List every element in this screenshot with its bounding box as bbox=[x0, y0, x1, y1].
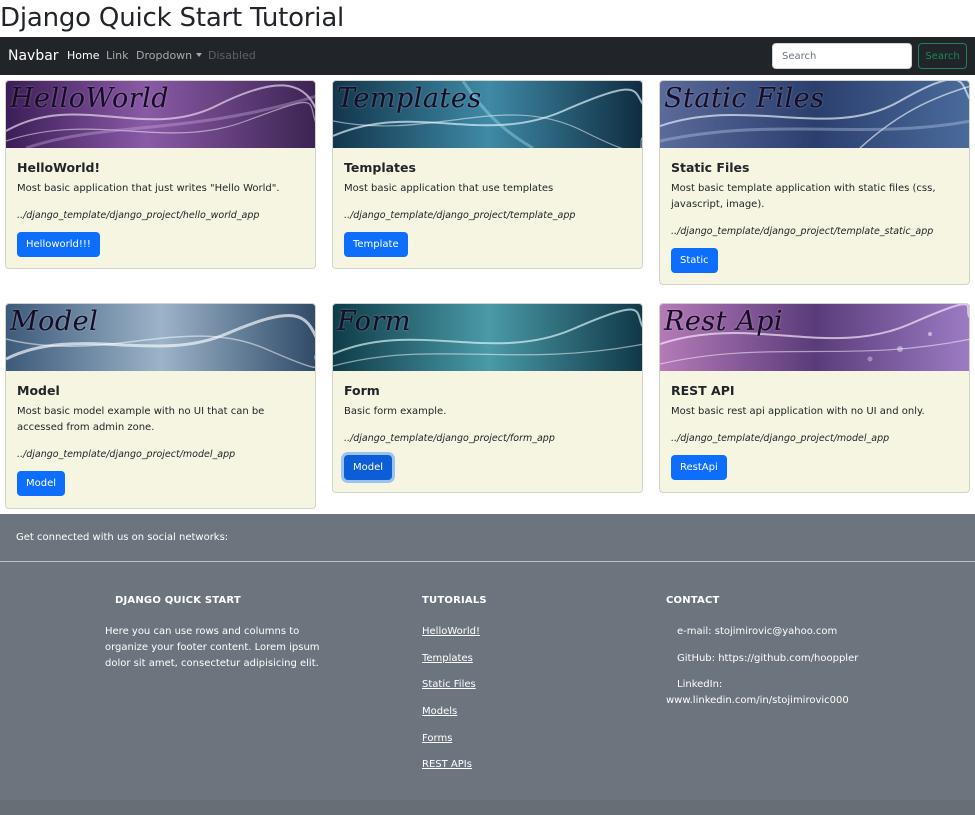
template-button[interactable]: Template bbox=[344, 232, 408, 257]
card-banner-title: HelloWorld bbox=[10, 83, 170, 114]
card-path: ../django_template/django_project/templa… bbox=[344, 210, 576, 221]
card-model: Model Model Most basic model example wit… bbox=[5, 303, 316, 509]
search-button[interactable]: Search bbox=[918, 43, 967, 69]
footer: Get connected with us on social networks… bbox=[0, 514, 975, 815]
navbar-brand[interactable]: Navbar bbox=[8, 37, 59, 75]
card-path: ../django_template/django_project/hello_… bbox=[17, 210, 260, 221]
footer-contact-email: e-mail: stojimirovic@yahoo.com bbox=[677, 626, 838, 637]
footer-divider bbox=[0, 561, 975, 562]
card-path: ../django_template/django_project/model_… bbox=[17, 449, 236, 460]
nav-dropdown-label: Dropdown bbox=[136, 49, 193, 62]
helloworld-button[interactable]: Helloworld!!! bbox=[17, 232, 100, 257]
footer-link-rest-apis[interactable]: REST APIs bbox=[422, 759, 472, 770]
card-path: ../django_template/django_project/model_… bbox=[671, 433, 890, 444]
page-title: Django Quick Start Tutorial bbox=[0, 3, 345, 33]
card-description: Basic form example. bbox=[344, 406, 447, 417]
card-description: Most basic application that just writes … bbox=[17, 183, 280, 194]
card-banner: Form bbox=[333, 304, 642, 371]
model-button[interactable]: Model bbox=[17, 471, 66, 496]
card-description: Most basic rest api application with no … bbox=[671, 406, 925, 417]
footer-contact-heading: CONTACT bbox=[666, 595, 720, 606]
footer-tutorials-heading: TUTORIALS bbox=[422, 595, 487, 606]
footer-bottom-bar bbox=[0, 800, 975, 815]
card-rest-api: Rest Api REST API Most basic rest api ap… bbox=[659, 303, 970, 493]
nav-link-link[interactable]: Link bbox=[106, 37, 129, 75]
restapi-button[interactable]: RestApi bbox=[671, 455, 727, 480]
footer-contact-linkedin-url: www.linkedin.com/in/stojimirovic000 bbox=[666, 695, 849, 706]
card-description: Most basic application that use template… bbox=[344, 183, 554, 194]
footer-contact-github: GitHub: https://github.com/hooppler bbox=[677, 653, 859, 664]
card-form: Form Form Basic form example. ../django_… bbox=[332, 303, 643, 493]
footer-link-templates[interactable]: Templates bbox=[422, 653, 473, 664]
card-banner: Model bbox=[6, 304, 315, 371]
card-banner: Rest Api bbox=[660, 304, 969, 371]
card-title: HelloWorld! bbox=[17, 160, 101, 175]
static-button[interactable]: Static bbox=[671, 248, 718, 273]
footer-about-heading: DJANGO QUICK START bbox=[115, 595, 241, 606]
card-templates: Templates Templates Most basic applicati… bbox=[332, 80, 643, 269]
footer-link-models[interactable]: Models bbox=[422, 706, 457, 717]
footer-link-static-files[interactable]: Static Files bbox=[422, 679, 476, 690]
card-title: Form bbox=[344, 383, 380, 398]
card-title: Static Files bbox=[671, 160, 750, 175]
card-title: Model bbox=[17, 383, 60, 398]
caret-down-icon bbox=[196, 53, 203, 57]
footer-contact-linkedin-label: LinkedIn: bbox=[677, 679, 723, 690]
footer-link-helloworld[interactable]: HelloWorld! bbox=[422, 626, 480, 637]
footer-link-forms[interactable]: Forms bbox=[422, 733, 452, 744]
nav-dropdown[interactable]: Dropdown bbox=[136, 37, 203, 75]
card-banner: Templates bbox=[333, 81, 642, 148]
card-banner-title: Static Files bbox=[664, 83, 825, 114]
card-helloworld: HelloWorld HelloWorld! Most basic applic… bbox=[5, 80, 316, 269]
nav-link-disabled: Disabled bbox=[208, 49, 256, 62]
card-title: Templates bbox=[344, 160, 416, 175]
search-input[interactable] bbox=[772, 43, 912, 69]
form-model-button[interactable]: Model bbox=[344, 455, 393, 480]
card-banner-title: Templates bbox=[337, 83, 482, 114]
card-static-files: Static Files Static Files Most basic tem… bbox=[659, 80, 970, 285]
card-banner: HelloWorld bbox=[6, 81, 315, 148]
card-path: ../django_template/django_project/form_a… bbox=[344, 433, 555, 444]
card-banner: Static Files bbox=[660, 81, 969, 148]
nav-link-home[interactable]: Home bbox=[67, 37, 99, 75]
card-banner-title: Rest Api bbox=[664, 306, 784, 337]
card-title: REST API bbox=[671, 383, 735, 398]
card-description: Most basic model example with no UI that… bbox=[17, 406, 265, 433]
card-path: ../django_template/django_project/templa… bbox=[671, 226, 934, 237]
card-description: Most basic template application with sta… bbox=[671, 183, 936, 210]
card-banner-title: Model bbox=[10, 306, 99, 337]
social-networks-text: Get connected with us on social networks… bbox=[16, 532, 229, 543]
card-banner-title: Form bbox=[337, 306, 412, 337]
footer-about-text: Here you can use rows and columns to org… bbox=[105, 626, 320, 669]
